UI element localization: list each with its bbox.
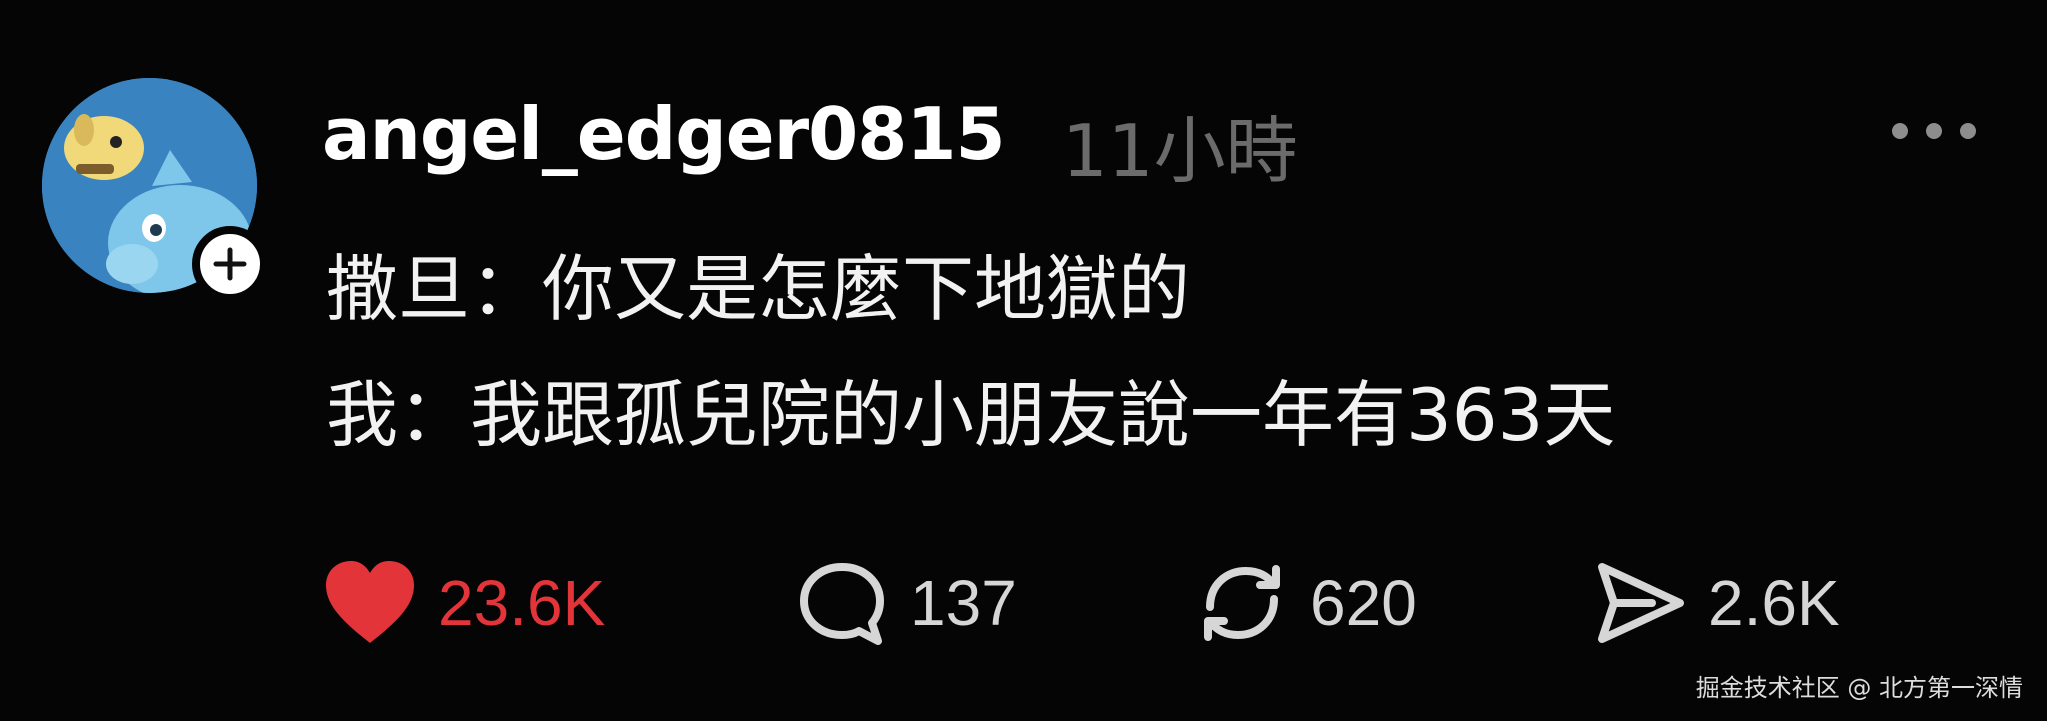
post-text-line: 我：我跟孤兒院的小朋友說一年有363天 — [326, 373, 1616, 457]
timestamp: 11小時 — [1062, 109, 1298, 193]
send-icon — [1598, 563, 1684, 643]
watermark: 掘金技术社区 @ 北方第一深情 — [1695, 674, 2023, 702]
repost-button[interactable]: 620 — [1194, 556, 1417, 650]
thread-post: angel_edger0815 11小時 撒旦：你又是怎麼下地獄的 我：我跟孤兒… — [0, 0, 2047, 721]
post-text: 撒旦：你又是怎麼下地獄的 我：我跟孤兒院的小朋友說一年有363天 — [326, 226, 1615, 478]
plus-icon — [213, 247, 247, 281]
repost-count: 620 — [1310, 567, 1417, 639]
share-count: 2.6K — [1708, 567, 1840, 639]
heart-icon — [326, 561, 414, 643]
repost-icon — [1204, 565, 1280, 641]
speech-bubble-icon — [800, 563, 884, 645]
post-text-line: 撒旦：你又是怎麼下地獄的 — [326, 247, 1191, 331]
more-horizontal-icon[interactable] — [1888, 116, 1980, 146]
like-button[interactable]: 23.6K — [322, 556, 605, 650]
like-count: 23.6K — [438, 567, 606, 639]
reply-button[interactable]: 137 — [794, 556, 1017, 650]
share-button[interactable]: 2.6K — [1592, 556, 1840, 650]
username[interactable]: angel_edger0815 — [322, 92, 1006, 176]
follow-button[interactable] — [192, 226, 268, 302]
reply-count: 137 — [910, 567, 1017, 639]
